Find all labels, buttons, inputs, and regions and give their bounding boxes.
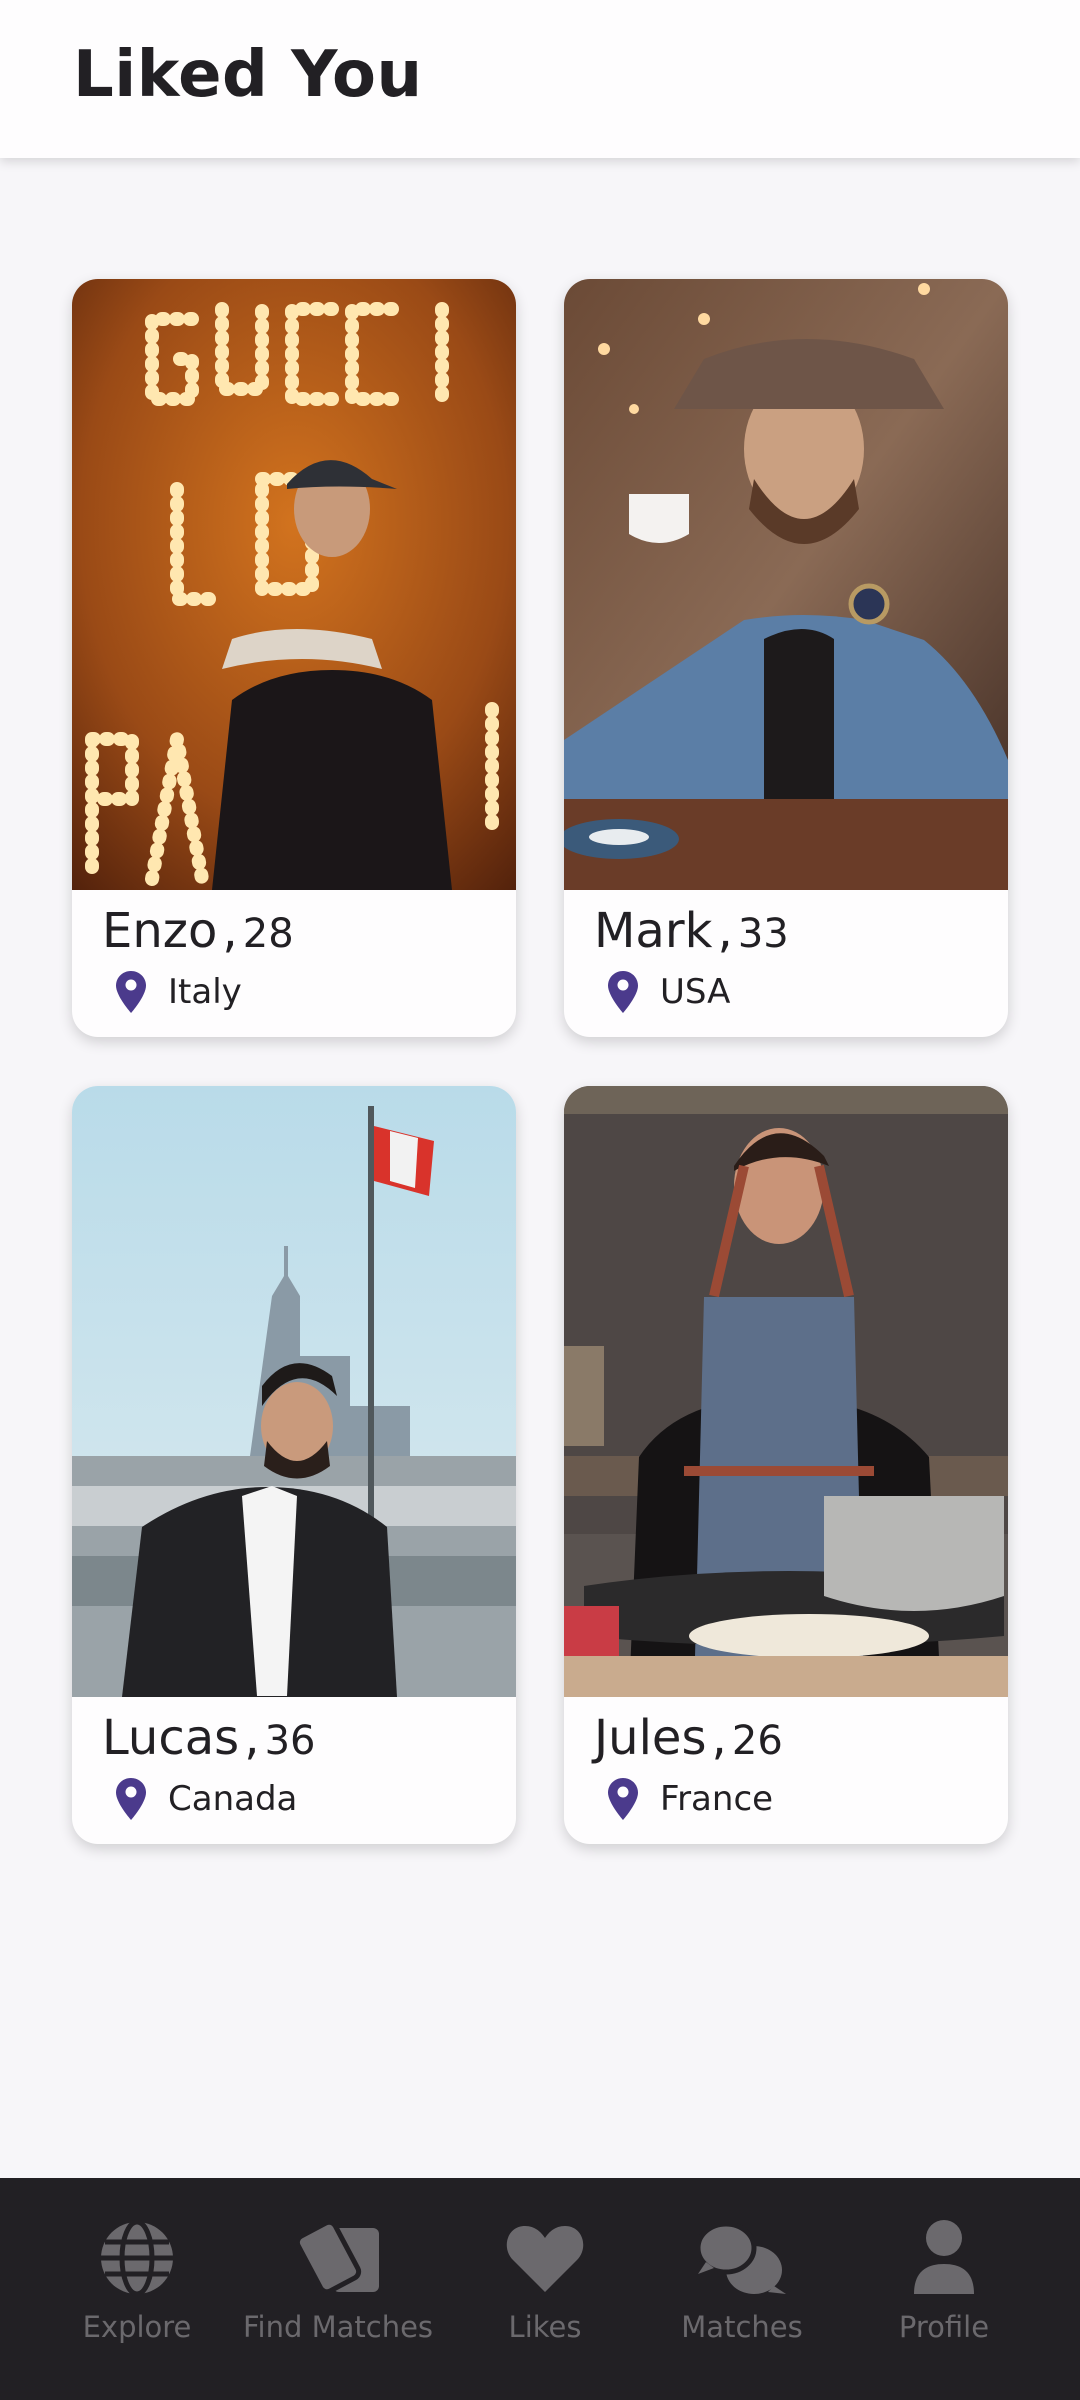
nav-item-find-matches[interactable]: Find Matches bbox=[228, 2220, 448, 2350]
profile-name-age: Jules , 26 bbox=[594, 1710, 783, 1766]
nav-item-explore[interactable]: Explore bbox=[27, 2220, 247, 2350]
cards-icon bbox=[294, 2220, 379, 2295]
nav-label: Likes bbox=[508, 2310, 582, 2344]
nav-label: Find Matches bbox=[242, 2310, 434, 2344]
profile-card[interactable]: Mark , 33 USA bbox=[564, 279, 1008, 1037]
nav-item-likes[interactable]: Likes bbox=[435, 2220, 655, 2350]
bottom-nav: Explore Find Matches Likes Matches Profi… bbox=[0, 2178, 1080, 2400]
profile-name-age: Lucas , 36 bbox=[102, 1710, 316, 1766]
profile-name-age: Enzo , 28 bbox=[102, 903, 294, 959]
profile-photo bbox=[564, 1086, 1008, 1697]
profile-country: USA bbox=[660, 972, 731, 1012]
profile-card[interactable]: Jules , 26 France bbox=[564, 1086, 1008, 1844]
profile-photo bbox=[72, 1086, 516, 1697]
profile-age: 28 bbox=[242, 911, 294, 957]
profile-country: Italy bbox=[168, 972, 242, 1012]
profile-card[interactable]: Lucas , 36 Canada bbox=[72, 1086, 516, 1844]
profile-age: 33 bbox=[737, 911, 789, 957]
profile-location: Italy bbox=[116, 967, 242, 1017]
profile-name: Lucas bbox=[102, 1710, 240, 1766]
profile-photo bbox=[72, 279, 516, 890]
profile-location: Canada bbox=[116, 1774, 297, 1824]
globe-icon bbox=[101, 2220, 173, 2296]
profile-country: Canada bbox=[168, 1779, 298, 1819]
nav-item-matches[interactable]: Matches bbox=[632, 2220, 852, 2350]
location-pin-icon bbox=[116, 1778, 146, 1820]
page-header: Liked You bbox=[0, 0, 1080, 158]
page-title: Liked You bbox=[73, 38, 423, 112]
person-icon bbox=[914, 2220, 974, 2294]
profile-photo bbox=[564, 279, 1008, 890]
nav-item-profile[interactable]: Profile bbox=[834, 2220, 1054, 2350]
profile-location: USA bbox=[608, 967, 730, 1017]
location-pin-icon bbox=[116, 971, 146, 1013]
profile-name: Jules bbox=[594, 1710, 707, 1766]
profile-age: 26 bbox=[731, 1718, 783, 1764]
profile-location: France bbox=[608, 1774, 773, 1824]
location-pin-icon bbox=[608, 1778, 638, 1820]
profile-card[interactable]: Enzo , 28 Italy bbox=[72, 279, 516, 1037]
location-pin-icon bbox=[608, 971, 638, 1013]
nav-label: Profile bbox=[898, 2310, 990, 2344]
profile-name: Mark bbox=[594, 903, 713, 959]
profile-name: Enzo bbox=[102, 903, 218, 959]
chat-bubbles-icon bbox=[696, 2221, 786, 2294]
nav-label: Matches bbox=[681, 2310, 803, 2344]
heart-icon bbox=[506, 2226, 584, 2292]
nav-label: Explore bbox=[82, 2310, 192, 2344]
profile-country: France bbox=[660, 1779, 774, 1819]
profile-name-age: Mark , 33 bbox=[594, 903, 789, 959]
profile-age: 36 bbox=[264, 1718, 316, 1764]
